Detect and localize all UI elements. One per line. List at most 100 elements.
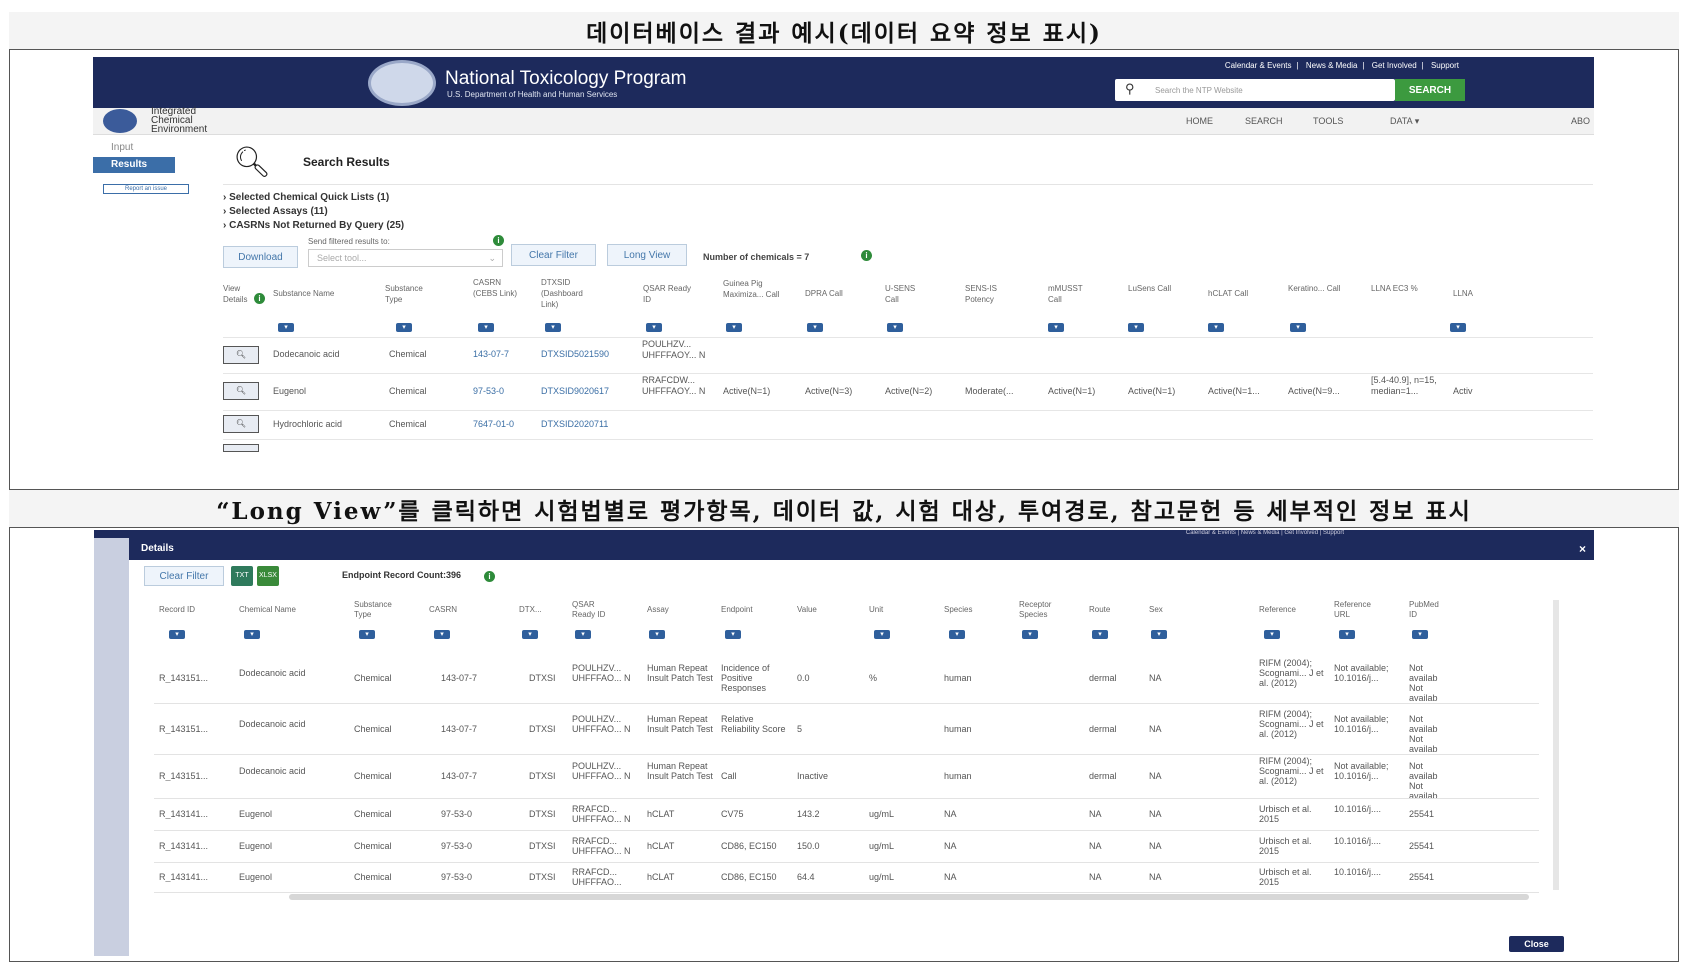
nav-data[interactable]: DATA ▾ [1390,116,1419,127]
cell-casrn-link[interactable]: 97-53-0 [473,386,504,397]
col-receptor-species[interactable]: Receptor Species [1019,600,1069,620]
col-chemical-name[interactable]: Chemical Name [239,605,296,615]
filter-icon[interactable]: ▾ [545,323,561,332]
quicklist-chemicals[interactable]: › Selected Chemical Quick Lists (1) [223,192,389,203]
filter-icon[interactable]: ▾ [575,630,591,639]
link-calendar[interactable]: Calendar & Events [1225,61,1292,70]
table-cell-dtx-link[interactable]: DTXSI [529,673,569,683]
view-details-button[interactable]: 🔍︎ [223,382,259,400]
col-llna-ec3[interactable]: LLNA EC3 % [1371,283,1426,294]
quicklist-not-returned[interactable]: › CASRNs Not Returned By Query (25) [223,220,404,231]
filter-icon[interactable]: ▾ [726,323,742,332]
col-llna[interactable]: LLNA [1453,288,1493,299]
table-cell-casrn-link[interactable]: 143-07-7 [441,673,501,683]
filter-icon[interactable]: ▾ [1048,323,1064,332]
col-substance-name[interactable]: Substance Name [273,288,363,299]
col-casrn[interactable]: CASRN (CEBS Link) [473,277,518,299]
report-issue-button[interactable]: Report an issue [103,184,189,194]
filter-icon[interactable]: ▾ [1450,323,1466,332]
nav-home[interactable]: HOME [1186,116,1213,126]
download-button[interactable]: Download [223,246,298,268]
col-value[interactable]: Value [797,605,817,615]
close-button[interactable]: Close [1509,936,1564,952]
nav-tools[interactable]: TOOLS [1313,116,1343,126]
col-mmusst[interactable]: mMUSST Call [1048,283,1098,305]
col-keratino[interactable]: Keratino... Call [1288,283,1348,294]
col-species[interactable]: Species [944,605,972,615]
long-view-button[interactable]: Long View [607,244,687,266]
cell-dtxsid-link[interactable]: DTXSID9020617 [541,386,609,397]
filter-icon[interactable]: ▾ [434,630,450,639]
filter-icon[interactable]: ▾ [522,630,538,639]
col-route[interactable]: Route [1089,605,1110,615]
table-cell-casrn-link[interactable]: 97-53-0 [441,872,501,882]
nav-search[interactable]: SEARCH [1245,116,1283,126]
col-dpra[interactable]: DPRA Call [805,288,865,299]
col-qsar[interactable]: QSAR Ready ID [643,283,693,305]
cell-casrn-link[interactable]: 143-07-7 [473,349,509,360]
link-get-involved[interactable]: Get Involved [1372,61,1417,70]
close-icon[interactable]: × [1579,538,1586,560]
col-substance-type[interactable]: Substance Type [354,600,409,620]
filter-icon[interactable]: ▾ [478,323,494,332]
filter-icon[interactable]: ▾ [1151,630,1167,639]
col-casrn[interactable]: CASRN [429,605,457,615]
col-hclat[interactable]: hCLAT Call [1208,288,1268,299]
table-cell-dtx-link[interactable]: DTXSI [529,872,569,882]
col-usens[interactable]: U-SENS Call [885,283,930,305]
view-details-button[interactable]: 🔍︎ [223,415,259,433]
filter-icon[interactable]: ▾ [244,630,260,639]
clear-filter-button[interactable]: Clear Filter [144,566,224,586]
col-reference[interactable]: Reference [1259,605,1296,615]
filter-icon[interactable]: ▾ [359,630,375,639]
horizontal-scrollbar[interactable] [289,894,1529,900]
col-qsar[interactable]: QSAR Ready ID [572,600,617,620]
nav-about[interactable]: ABO [1571,116,1590,126]
col-record-id[interactable]: Record ID [159,605,195,615]
col-sex[interactable]: Sex [1149,605,1163,615]
col-lusens[interactable]: LuSens Call [1128,283,1173,294]
col-unit[interactable]: Unit [869,605,883,615]
filter-icon[interactable]: ▾ [949,630,965,639]
filter-icon[interactable]: ▾ [169,630,185,639]
filter-icon[interactable]: ▾ [725,630,741,639]
col-assay[interactable]: Assay [647,605,669,615]
xlsx-export-icon[interactable]: XLSX [257,566,279,586]
filter-icon[interactable]: ▾ [278,323,294,332]
cell-dtxsid-link[interactable]: DTXSID5021590 [541,349,609,360]
filter-icon[interactable]: ▾ [1264,630,1280,639]
cell-dtxsid-link[interactable]: DTXSID2020711 [541,419,608,430]
table-cell-casrn-link[interactable]: 97-53-0 [441,809,501,819]
sidebar-item-results[interactable]: Results [93,157,175,173]
table-cell-casrn-link[interactable]: 143-07-7 [441,724,501,734]
table-cell-dtx-link[interactable]: DTXSI [529,841,569,851]
sidebar-item-input[interactable]: Input [111,142,133,153]
search-input[interactable]: ⚲ Search the NTP Website [1115,79,1395,101]
filter-icon[interactable]: ▾ [1022,630,1038,639]
filter-icon[interactable]: ▾ [649,630,665,639]
col-pubmed-id[interactable]: PubMed ID [1409,600,1449,620]
filter-icon[interactable]: ▾ [1208,323,1224,332]
filter-icon[interactable]: ▾ [1128,323,1144,332]
filter-icon[interactable]: ▾ [1290,323,1306,332]
table-cell-casrn-link[interactable]: 143-07-7 [441,771,501,781]
col-dtxsid[interactable]: DTXSID (Dashboard Link) [541,277,601,310]
filter-icon[interactable]: ▾ [1412,630,1428,639]
clear-filter-button[interactable]: Clear Filter [511,244,596,266]
txt-export-icon[interactable]: TXT [231,566,253,586]
filter-icon[interactable]: ▾ [874,630,890,639]
col-sensis[interactable]: SENS-IS Potency [965,283,1020,305]
quicklist-assays[interactable]: › Selected Assays (11) [223,206,328,217]
filter-icon[interactable]: ▾ [646,323,662,332]
col-substance-type[interactable]: Substance Type [385,283,440,305]
col-gpm[interactable]: Guinea Pig Maximiza... Call [723,278,788,300]
filter-icon[interactable]: ▾ [807,323,823,332]
col-reference-url[interactable]: Reference URL [1334,600,1384,620]
filter-icon[interactable]: ▾ [1092,630,1108,639]
table-cell-dtx-link[interactable]: DTXSI [529,771,569,781]
view-details-button[interactable]: 🔍︎ [223,346,259,364]
filter-icon[interactable]: ▾ [1339,630,1355,639]
cell-casrn-link[interactable]: 7647-01-0 [473,419,514,430]
filter-icon[interactable]: ▾ [396,323,412,332]
vertical-scrollbar[interactable] [1553,600,1559,890]
